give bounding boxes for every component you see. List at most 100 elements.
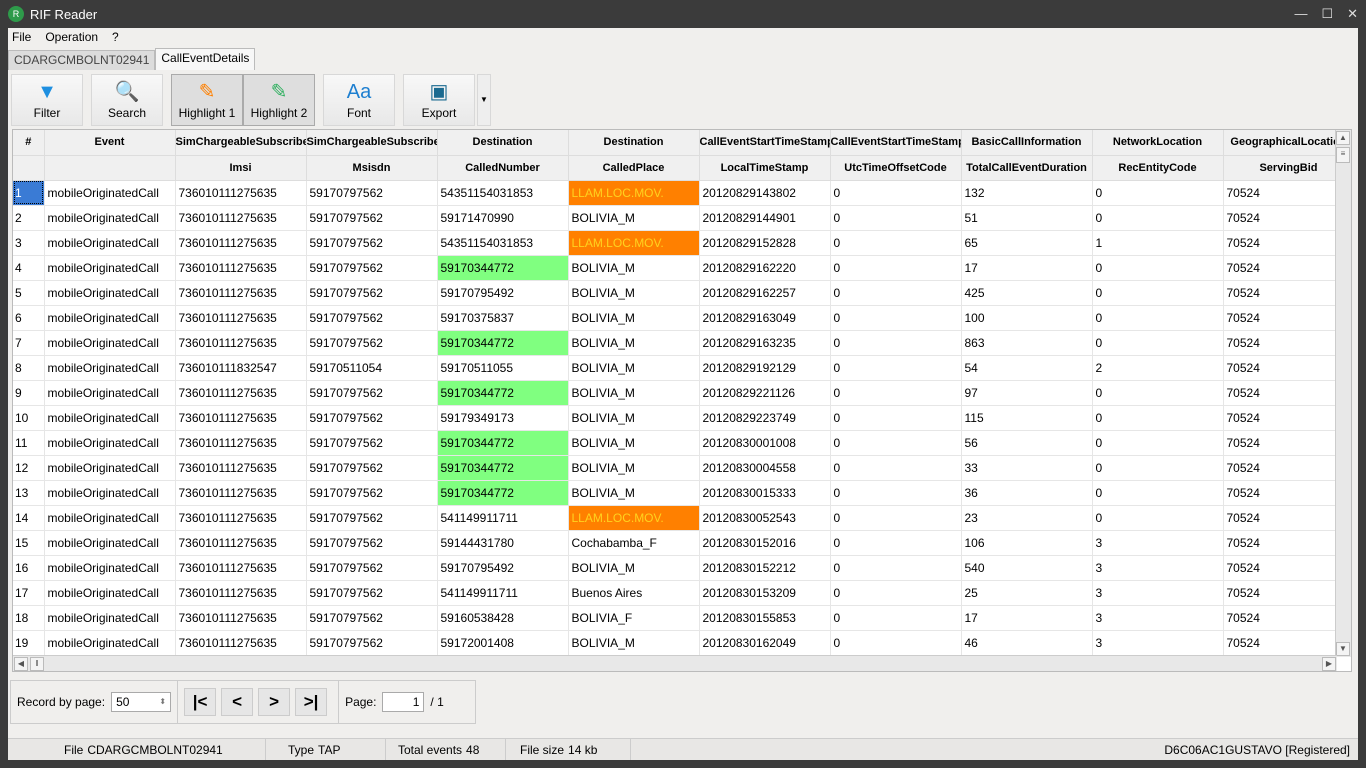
table-cell[interactable]: 736010111275635 — [175, 430, 307, 456]
table-cell[interactable]: 0 — [1092, 330, 1224, 356]
table-cell[interactable]: 70524 — [1223, 405, 1351, 431]
column-header[interactable]: # — [13, 130, 45, 156]
table-cell[interactable]: 100 — [961, 305, 1093, 331]
table-cell[interactable]: mobileOriginatedCall — [44, 380, 176, 406]
table-cell[interactable]: 20120830004558 — [699, 455, 831, 481]
column-header[interactable]: UtcTimeOffsetCode — [830, 155, 962, 181]
table-cell[interactable]: 70524 — [1223, 205, 1351, 231]
table-cell[interactable]: 736010111275635 — [175, 330, 307, 356]
table-cell[interactable]: 59170795492 — [437, 280, 569, 306]
table-cell[interactable]: 59170797562 — [306, 330, 438, 356]
table-cell[interactable]: 106 — [961, 530, 1093, 556]
table-cell[interactable]: 59171470990 — [437, 205, 569, 231]
table-cell[interactable]: 0 — [830, 480, 962, 506]
table-cell[interactable]: 736010111275635 — [175, 505, 307, 531]
table-cell[interactable]: 0 — [830, 305, 962, 331]
table-cell[interactable]: 17 — [961, 255, 1093, 281]
table-cell[interactable]: 0 — [1092, 505, 1224, 531]
row-number[interactable]: 3 — [13, 230, 45, 256]
maximize-button[interactable]: ☐ — [1321, 6, 1333, 22]
table-row[interactable]: 14 mobileOriginatedCall 736010111275635 591… — [13, 505, 1351, 531]
table-cell[interactable]: 20120829144901 — [699, 205, 831, 231]
table-cell[interactable]: 59172001408 — [437, 630, 569, 656]
table-cell[interactable]: BOLIVIA_M — [568, 630, 700, 656]
table-cell[interactable]: 59170344772 — [437, 255, 569, 281]
table-cell[interactable]: 0 — [830, 230, 962, 256]
table-cell[interactable]: 3 — [1092, 530, 1224, 556]
table-cell[interactable]: 36 — [961, 480, 1093, 506]
table-cell[interactable]: 59170797562 — [306, 430, 438, 456]
record-by-page-spinner[interactable]: 50 ⬍ — [111, 692, 172, 712]
row-number[interactable]: 19 — [13, 630, 45, 656]
table-cell[interactable]: 0 — [1092, 280, 1224, 306]
table-cell[interactable]: 736010111275635 — [175, 230, 307, 256]
table-cell[interactable]: mobileOriginatedCall — [44, 305, 176, 331]
table-cell[interactable]: 20120829163235 — [699, 330, 831, 356]
column-header[interactable]: CalledPlace — [568, 155, 700, 181]
table-cell[interactable]: 0 — [1092, 405, 1224, 431]
table-cell[interactable]: BOLIVIA_M — [568, 405, 700, 431]
table-cell[interactable]: 59179349173 — [437, 405, 569, 431]
table-cell[interactable]: mobileOriginatedCall — [44, 280, 176, 306]
table-cell[interactable]: 736010111275635 — [175, 280, 307, 306]
table-cell[interactable]: 1 — [1092, 230, 1224, 256]
table-cell[interactable]: 541149911711 — [437, 505, 569, 531]
row-number[interactable]: 14 — [13, 505, 45, 531]
table-cell[interactable]: 70524 — [1223, 580, 1351, 606]
table-cell[interactable]: 70524 — [1223, 455, 1351, 481]
row-number[interactable]: 6 — [13, 305, 45, 331]
table-cell[interactable]: mobileOriginatedCall — [44, 480, 176, 506]
table-cell[interactable]: 0 — [830, 605, 962, 631]
table-cell[interactable]: 70524 — [1223, 630, 1351, 656]
table-cell[interactable]: 0 — [830, 180, 962, 206]
first-page-button[interactable]: |< — [184, 688, 217, 716]
table-cell[interactable]: 2 — [1092, 355, 1224, 381]
table-cell[interactable]: 736010111275635 — [175, 630, 307, 656]
table-cell[interactable]: 59170344772 — [437, 380, 569, 406]
table-cell[interactable]: LLAM.LOC.MOV. — [568, 505, 700, 531]
table-cell[interactable]: 59170344772 — [437, 455, 569, 481]
column-header[interactable]: RecEntityCode — [1092, 155, 1224, 181]
table-cell[interactable]: 56 — [961, 430, 1093, 456]
column-header[interactable]: CallEventStartTimeStamp — [699, 130, 831, 156]
table-cell[interactable]: BOLIVIA_M — [568, 330, 700, 356]
table-cell[interactable]: 20120830152016 — [699, 530, 831, 556]
table-cell[interactable]: 115 — [961, 405, 1093, 431]
table-cell[interactable]: 20120829162257 — [699, 280, 831, 306]
table-cell[interactable]: BOLIVIA_M — [568, 430, 700, 456]
table-cell[interactable]: 59170797562 — [306, 580, 438, 606]
table-cell[interactable]: 736010111275635 — [175, 405, 307, 431]
table-cell[interactable]: 33 — [961, 455, 1093, 481]
scroll-left-icon[interactable]: ◀ — [14, 657, 28, 671]
column-header[interactable]: LocalTimeStamp — [699, 155, 831, 181]
table-cell[interactable]: mobileOriginatedCall — [44, 205, 176, 231]
font-button[interactable]: Aa Font — [323, 74, 395, 126]
table-cell[interactable]: 70524 — [1223, 605, 1351, 631]
table-cell[interactable]: 20120829143802 — [699, 180, 831, 206]
next-page-button[interactable]: > — [258, 688, 291, 716]
row-number[interactable]: 12 — [13, 455, 45, 481]
table-cell[interactable]: mobileOriginatedCall — [44, 455, 176, 481]
table-cell[interactable]: 3 — [1092, 630, 1224, 656]
table-cell[interactable]: 59170797562 — [306, 555, 438, 581]
row-number[interactable]: 2 — [13, 205, 45, 231]
table-cell[interactable]: 70524 — [1223, 230, 1351, 256]
hscroll-thumb[interactable]: ‖ — [30, 657, 44, 671]
table-cell[interactable]: 20120829163049 — [699, 305, 831, 331]
table-cell[interactable]: 0 — [1092, 380, 1224, 406]
table-cell[interactable]: 20120830152212 — [699, 555, 831, 581]
table-cell[interactable]: LLAM.LOC.MOV. — [568, 180, 700, 206]
column-header[interactable] — [44, 155, 176, 181]
table-cell[interactable]: 70524 — [1223, 330, 1351, 356]
table-cell[interactable]: BOLIVIA_M — [568, 480, 700, 506]
row-number[interactable]: 16 — [13, 555, 45, 581]
table-cell[interactable]: 0 — [830, 555, 962, 581]
scroll-up-icon[interactable]: ▲ — [1336, 131, 1350, 145]
table-cell[interactable]: 59170797562 — [306, 630, 438, 656]
table-cell[interactable]: LLAM.LOC.MOV. — [568, 230, 700, 256]
table-cell[interactable]: 59170797562 — [306, 480, 438, 506]
table-cell[interactable]: 0 — [830, 455, 962, 481]
table-cell[interactable]: BOLIVIA_M — [568, 255, 700, 281]
table-cell[interactable]: mobileOriginatedCall — [44, 330, 176, 356]
table-row[interactable]: 7 mobileOriginatedCall 736010111275635 5917… — [13, 330, 1351, 356]
